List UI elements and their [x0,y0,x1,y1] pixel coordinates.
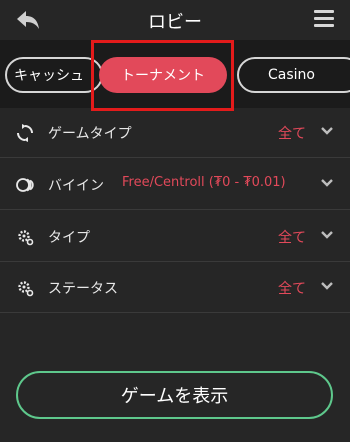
filter-label-buyin: バイイン [48,178,104,194]
tournament-tab-highlight [91,40,234,111]
coins-icon [16,178,34,192]
filter-row-buyin[interactable]: バイイン Free/Centroll (₮0 - ₮0.01) [0,160,350,210]
filter-row-status[interactable]: ステータス 全て [0,263,350,313]
chevron-down-icon[interactable] [321,231,333,239]
show-games-button[interactable]: ゲームを表示 [16,371,333,419]
gear-icon [18,230,34,246]
filter-row-game-type[interactable]: ゲームタイプ 全て [0,108,350,158]
chevron-down-icon[interactable] [321,127,333,135]
header-bar: ロビー [0,0,350,40]
tab-casino[interactable]: Casino [237,57,350,93]
filter-row-type[interactable]: タイプ 全て [0,212,350,262]
filter-label-type: タイプ [48,230,90,246]
chevron-down-icon[interactable] [321,282,333,290]
gear-icon [18,281,34,297]
filter-label-game-type: ゲームタイプ [48,126,132,142]
refresh-cycle-icon [17,124,33,142]
filter-label-status: ステータス [48,281,118,297]
filter-value-type: 全て [278,230,306,246]
filter-value-game-type: 全て [278,126,306,142]
page-title: ロビー [148,12,202,33]
filter-value-buyin: Free/Centroll (₮0 - ₮0.01) [122,175,286,190]
hamburger-menu-icon[interactable] [314,10,334,28]
tab-cash[interactable]: キャッシュ [5,57,103,93]
filter-value-status: 全て [278,281,306,297]
chevron-down-icon[interactable] [321,179,333,187]
